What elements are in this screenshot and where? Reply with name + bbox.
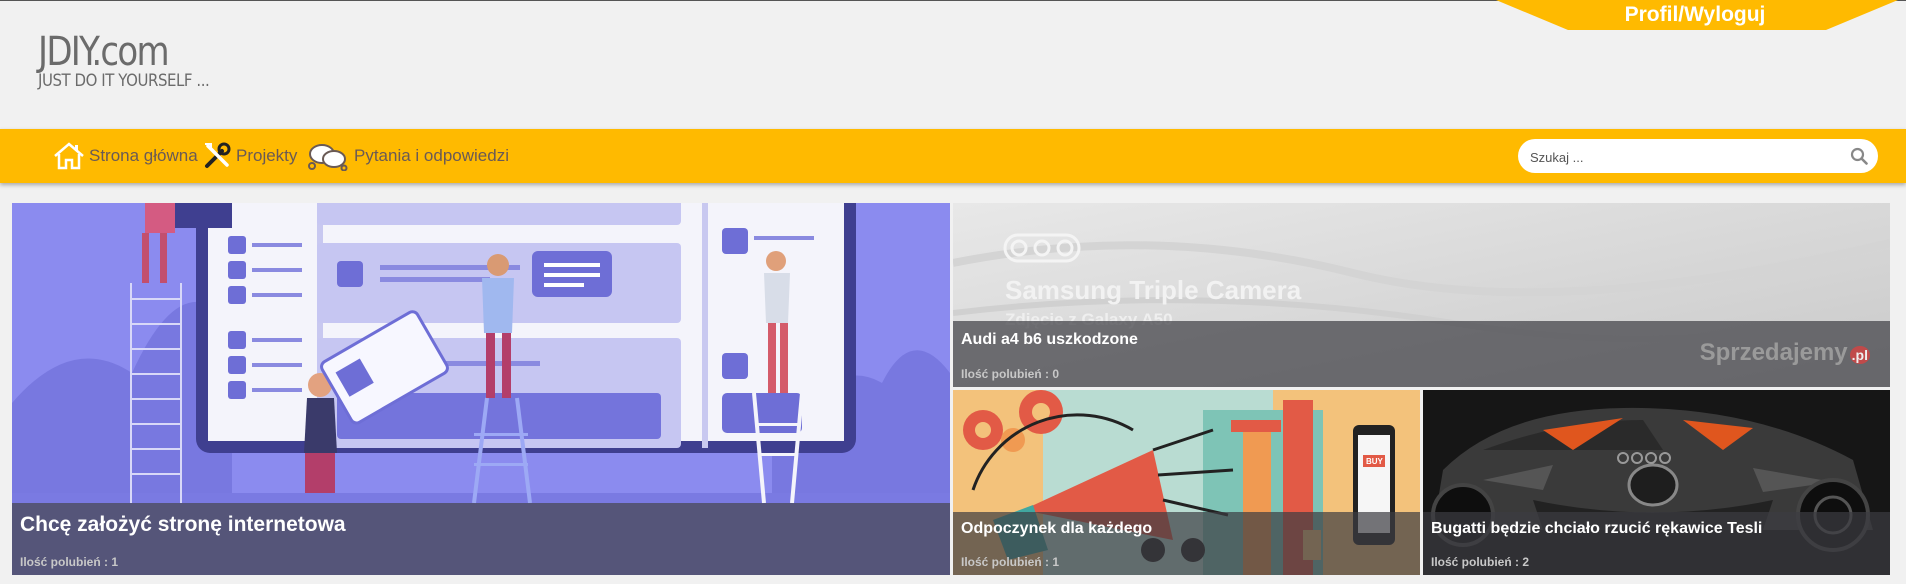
tile-likes: Ilość polubień : 1	[961, 555, 1060, 569]
tile-likes: Ilość polubień : 0	[961, 367, 1060, 381]
main-navbar: Strona główna Projekty Pytania i odpowie…	[0, 129, 1906, 183]
nav-label-home: Strona główna	[89, 146, 198, 165]
search-icon[interactable]	[1850, 147, 1868, 165]
logo-title: JDIY.com	[38, 29, 170, 75]
tools-icon	[205, 142, 231, 168]
samsung-watermark-text: Samsung Triple Camera	[1005, 275, 1302, 305]
profile-logout-link[interactable]: Profil/Wyloguj	[1590, 3, 1800, 27]
nav-label-projects: Projekty	[236, 146, 298, 165]
nav-item-home[interactable]: Strona główna	[53, 141, 198, 171]
nav-item-projects[interactable]: Projekty	[202, 141, 297, 171]
tile-title[interactable]: Chcę założyć stronę internetowa	[20, 513, 346, 537]
chat-bubbles-icon	[308, 144, 348, 171]
article-tile-audi[interactable]: Samsung Triple Camera Zdjęcie z Galaxy A…	[953, 203, 1890, 387]
search-box	[1518, 139, 1878, 175]
site-logo[interactable]: JDIY.com JUST DO IT YOURSELF ...	[38, 30, 233, 90]
article-tile-relax[interactable]: BUY Odpoczynek dla każdego Ilość polubie…	[953, 390, 1420, 575]
tile-likes: Ilość polubień : 2	[1431, 555, 1530, 569]
tile-title[interactable]: Audi a4 b6 uszkodzone	[961, 331, 1138, 349]
tile-title[interactable]: Bugatti będzie chciało rzucić rękawice T…	[1431, 520, 1762, 538]
tile-title[interactable]: Odpoczynek dla każdego	[961, 520, 1152, 538]
nav-item-qa[interactable]: Pytania i odpowiedzi	[306, 141, 509, 171]
article-tile-website[interactable]: Chcę założyć stronę internetowa Ilość po…	[12, 203, 950, 575]
logo-subtitle: JUST DO IT YOURSELF ...	[38, 71, 210, 91]
sprzedajemy-watermark: Sprzedajemy .pl	[1699, 339, 1870, 366]
article-tile-bugatti[interactable]: Bugatti będzie chciało rzucić rękawice T…	[1423, 390, 1890, 575]
home-icon	[54, 142, 84, 170]
search-input[interactable]	[1528, 139, 1842, 175]
nav-label-qa: Pytania i odpowiedzi	[354, 146, 509, 165]
tile-likes: Ilość polubień : 1	[20, 555, 119, 569]
buy-label: BUY	[1366, 457, 1384, 466]
